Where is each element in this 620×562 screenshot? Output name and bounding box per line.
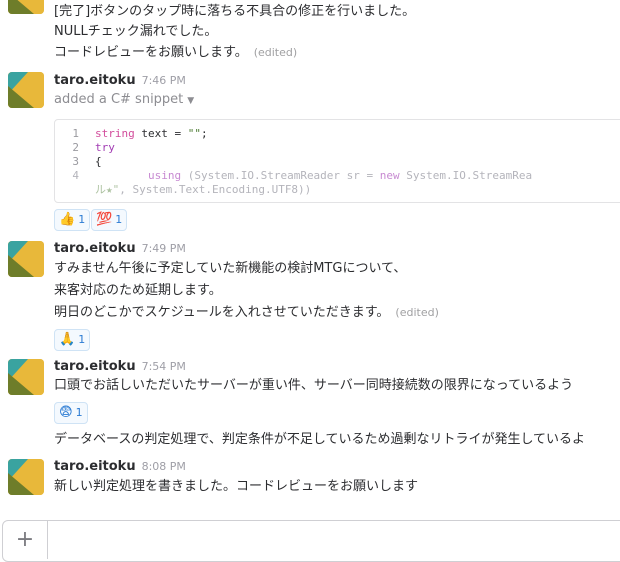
author-name[interactable]: taro.eitoku <box>54 359 136 374</box>
code-line: 4 using (System.IO.StreamReader sr = new… <box>55 169 620 183</box>
snippet-note[interactable]: added a C# snippet ▼ <box>54 92 194 107</box>
code-line: ル★", System.Text.Encoding.UTF8)) <box>95 183 312 196</box>
author-name[interactable]: taro.eitoku <box>54 73 136 88</box>
avatar[interactable] <box>8 359 44 395</box>
timestamp[interactable]: 7:54 PM <box>142 360 186 373</box>
line-number: 1 <box>72 127 79 140</box>
message-text: 新しい判定処理を書きました。コードレビューをお願いします <box>54 479 419 494</box>
timestamp[interactable]: 7:46 PM <box>142 74 186 87</box>
line-number: 2 <box>72 141 79 154</box>
message-input[interactable] <box>55 527 599 555</box>
message-text: すみません午後に予定していた新機能の検討MTGについて、 <box>54 261 407 276</box>
reaction-100[interactable]: 💯 1 <box>91 209 128 231</box>
message-text: 口頭でお話しいただいたサーバーが重い件、サーバー同時接続数の限界になっているよう <box>54 378 574 393</box>
message-header: taro.eitoku 7:54 PM <box>54 359 186 377</box>
avatar[interactable] <box>8 459 44 495</box>
message-text: コードレビューをお願いします。 (edited) <box>54 45 298 60</box>
message-text: 明日のどこかでスケジュールを入れさせていただきます。 (edited) <box>54 305 439 320</box>
timestamp[interactable]: 8:08 PM <box>142 460 186 473</box>
avatar[interactable] <box>8 72 44 108</box>
reaction-fearful[interactable]: 😨 1 <box>54 402 88 424</box>
author-name[interactable]: taro.eitoku <box>54 459 136 474</box>
message-text: NULLチェック漏れでした。 <box>54 24 218 39</box>
edited-label: (edited) <box>253 46 298 59</box>
line-number: 4 <box>72 169 79 182</box>
message-text: 来客対応のため延期します。 <box>54 283 222 298</box>
code-line: 1 string text = ""; <box>55 127 620 141</box>
avatar[interactable] <box>8 0 44 14</box>
edited-label: (edited) <box>395 306 439 319</box>
code-snippet[interactable]: 1 string text = ""; 2 try 3{ 4 using (Syst… <box>54 119 620 203</box>
line-number: 3 <box>72 155 79 168</box>
code-line: 3{ <box>55 155 620 169</box>
message-header: taro.eitoku 7:46 PM <box>54 73 186 91</box>
code-line: 2 try <box>55 141 620 155</box>
message-header: taro.eitoku 7:49 PM <box>54 241 186 259</box>
author-name[interactable]: taro.eitoku <box>54 241 136 256</box>
message-header: taro.eitoku 8:08 PM <box>54 459 186 477</box>
avatar[interactable] <box>8 241 44 277</box>
chevron-down-icon[interactable]: ▼ <box>187 96 194 106</box>
reaction-pray[interactable]: 🙏 1 <box>54 329 91 351</box>
message-composer: + <box>2 520 620 562</box>
message-text: [完了]ボタンのタップ時に落ちる不具合の修正を行いました。 <box>54 4 416 19</box>
add-attachment-button[interactable]: + <box>3 521 48 559</box>
timestamp[interactable]: 7:49 PM <box>142 242 186 255</box>
message-text: データベースの判定処理で、判定条件が不足しているため過剰なリトライが発生している… <box>54 432 586 447</box>
reaction-thumbsup[interactable]: 👍 1 <box>54 209 91 231</box>
